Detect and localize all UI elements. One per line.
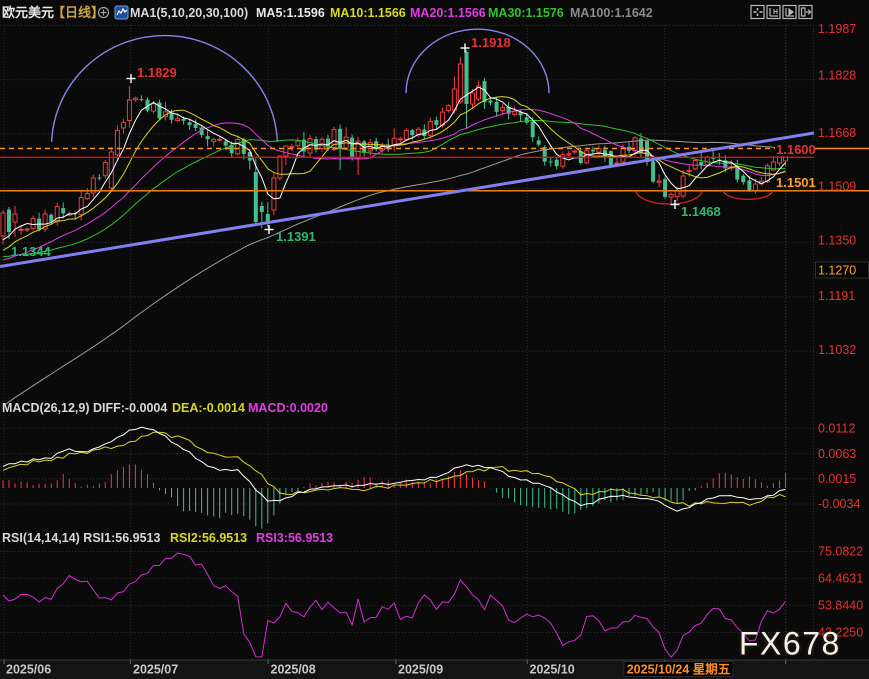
svg-text:1.1270: 1.1270 xyxy=(818,264,856,278)
svg-text:0.0063: 0.0063 xyxy=(818,447,856,461)
svg-text:1.1918: 1.1918 xyxy=(471,35,511,50)
svg-text:RSI(14,14,14) RSI1:56.9513: RSI(14,14,14) RSI1:56.9513 xyxy=(2,531,160,545)
svg-text:1.1668: 1.1668 xyxy=(818,126,856,140)
svg-text:0.0015: 0.0015 xyxy=(818,472,856,486)
svg-text:MA20:1.1566: MA20:1.1566 xyxy=(410,6,486,20)
svg-text:1.1828: 1.1828 xyxy=(818,69,856,83)
svg-text:MA100:1.1642: MA100:1.1642 xyxy=(570,6,653,20)
svg-text:1.1829: 1.1829 xyxy=(137,65,177,80)
svg-text:2025/08: 2025/08 xyxy=(271,663,316,677)
svg-text:1.1509: 1.1509 xyxy=(818,180,856,194)
svg-text:1.1032: 1.1032 xyxy=(818,343,856,357)
svg-text:64.4631: 64.4631 xyxy=(818,572,863,586)
svg-text:1.1468: 1.1468 xyxy=(681,204,721,219)
svg-text:【日线】: 【日线】 xyxy=(52,5,104,20)
svg-text:1.1501: 1.1501 xyxy=(776,175,816,190)
svg-text:-0.0034: -0.0034 xyxy=(818,497,860,511)
svg-text:MA1(5,10,20,30,100): MA1(5,10,20,30,100) xyxy=(130,6,248,20)
svg-text:2025/06: 2025/06 xyxy=(6,663,51,677)
svg-text:1.1344: 1.1344 xyxy=(11,244,52,259)
svg-text:MACD(26,12,9) DIFF:-0.0004: MACD(26,12,9) DIFF:-0.0004 xyxy=(2,401,167,415)
svg-text:RSI3:56.9513: RSI3:56.9513 xyxy=(256,531,333,545)
svg-text:MACD:0.0020: MACD:0.0020 xyxy=(248,401,328,415)
svg-text:2025/07: 2025/07 xyxy=(133,663,178,677)
svg-text:2025/10: 2025/10 xyxy=(530,663,575,677)
svg-text:53.8440: 53.8440 xyxy=(818,599,863,613)
svg-text:75.0822: 75.0822 xyxy=(818,545,863,559)
svg-text:0.0112: 0.0112 xyxy=(818,422,855,436)
svg-text:RSI2:56.9513: RSI2:56.9513 xyxy=(170,531,247,545)
svg-text:2025/09: 2025/09 xyxy=(398,663,443,677)
svg-text:欧元美元: 欧元美元 xyxy=(2,5,54,20)
svg-text:MA30:1.1576: MA30:1.1576 xyxy=(488,6,564,20)
svg-text:1.1350: 1.1350 xyxy=(818,234,856,248)
svg-text:DEA:-0.0014: DEA:-0.0014 xyxy=(172,401,245,415)
svg-text:2025/10/24 星期五: 2025/10/24 星期五 xyxy=(627,662,731,677)
svg-text:1.1600: 1.1600 xyxy=(776,142,816,157)
svg-text:MA5:1.1596: MA5:1.1596 xyxy=(256,6,325,20)
svg-text:1.1191: 1.1191 xyxy=(818,289,855,303)
svg-text:1.1391: 1.1391 xyxy=(276,229,316,244)
svg-text:MA10:1.1566: MA10:1.1566 xyxy=(330,6,406,20)
svg-text:FX678: FX678 xyxy=(739,626,841,662)
svg-text:1.1987: 1.1987 xyxy=(818,22,856,36)
